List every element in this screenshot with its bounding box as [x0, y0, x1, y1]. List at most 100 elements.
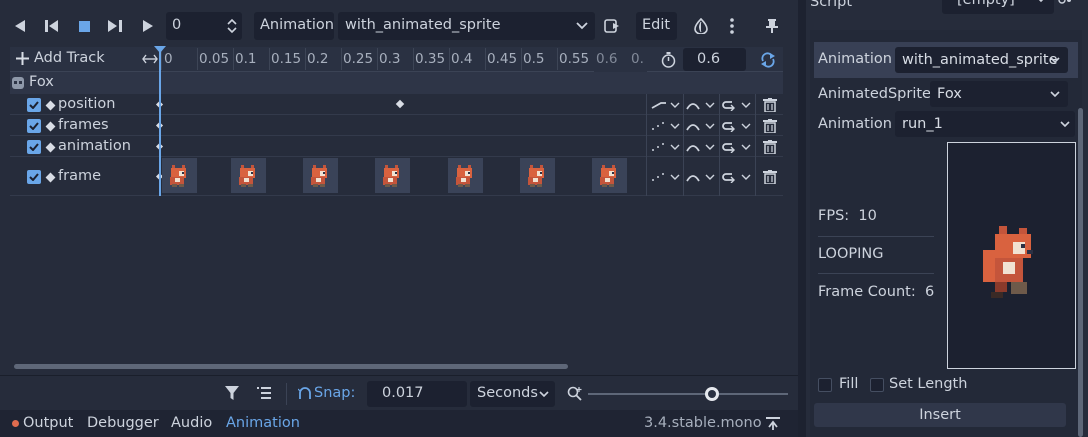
- fox-frame-image: [311, 165, 327, 187]
- tab-audio[interactable]: Audio: [171, 415, 212, 431]
- script-value-field[interactable]: [empty]: [942, 0, 1054, 14]
- chevron-down-icon: [1050, 91, 1060, 98]
- animation-menu-button[interactable]: Animation: [254, 12, 334, 40]
- track-list-icon[interactable]: [257, 387, 271, 399]
- track-name: frames: [58, 116, 109, 133]
- trash-icon[interactable]: [763, 97, 777, 115]
- zoom-slider-track[interactable]: [588, 393, 788, 395]
- play-from-start-icon[interactable]: [104, 15, 126, 37]
- update-mode-icon[interactable]: [651, 120, 681, 135]
- snap-value-input[interactable]: 0.017: [367, 381, 467, 407]
- trash-icon[interactable]: [763, 139, 777, 157]
- interpolation-mode-icon[interactable]: [686, 99, 716, 114]
- fox-node-icon: [12, 77, 24, 89]
- animated-sprite-select[interactable]: Fox: [930, 81, 1068, 107]
- collapse-panel-icon[interactable]: [766, 417, 780, 430]
- tick-line: [449, 48, 450, 70]
- play-backwards-from-end-icon[interactable]: [10, 15, 30, 37]
- spin-arrows-icon[interactable]: [227, 18, 237, 34]
- autoplay-icon[interactable]: [601, 14, 623, 38]
- loop-wrap-icon[interactable]: [722, 120, 752, 135]
- inspector-panel: Script [empty] Animation with_animated_s…: [806, 0, 1088, 437]
- insert-button[interactable]: Insert: [814, 403, 1066, 427]
- track-enabled-checkbox[interactable]: [27, 169, 41, 184]
- tab-output[interactable]: Output: [23, 415, 73, 431]
- play-icon[interactable]: [138, 15, 158, 37]
- tick-line: [557, 48, 558, 70]
- plus-icon: [16, 51, 29, 65]
- track-name: position: [58, 95, 116, 112]
- script-options-icon[interactable]: [1058, 0, 1072, 6]
- tick-line: [269, 48, 270, 70]
- pin-icon[interactable]: [762, 14, 782, 38]
- edit-menu-button[interactable]: Edit: [636, 12, 677, 40]
- set-length-checkbox[interactable]: [870, 378, 884, 392]
- expand-width-icon[interactable]: [142, 54, 158, 64]
- trash-icon[interactable]: [763, 169, 777, 187]
- loop-wrap-icon[interactable]: [722, 141, 752, 156]
- play-backwards-icon[interactable]: [41, 15, 63, 37]
- loop-wrap-icon[interactable]: [722, 99, 752, 114]
- add-track-button[interactable]: Add Track: [16, 50, 105, 66]
- track-controls-divider: [755, 157, 756, 196]
- split-divider[interactable]: [798, 0, 806, 437]
- tab-animation[interactable]: Animation: [226, 415, 300, 431]
- interpolation-mode-icon[interactable]: [686, 141, 716, 156]
- fps-value: 10: [858, 208, 877, 224]
- frame-keyframe-thumbnail[interactable]: [592, 158, 627, 193]
- interpolation-mode-icon[interactable]: [686, 120, 716, 135]
- fox-sprite-image: [983, 226, 1033, 298]
- tick-label: 0.25: [343, 51, 374, 67]
- track-enabled-checkbox[interactable]: [27, 118, 41, 133]
- edit-menu-label: Edit: [642, 17, 671, 33]
- frame-keyframe-thumbnail[interactable]: [231, 158, 266, 193]
- fox-frame-image: [528, 165, 544, 187]
- check-icon: [29, 172, 39, 181]
- playhead-handle-icon[interactable]: [154, 46, 166, 54]
- filter-icon[interactable]: [225, 386, 239, 400]
- update-mode-icon[interactable]: [651, 99, 681, 114]
- inspector-scrollbar[interactable]: [1078, 108, 1083, 437]
- frame-keyframe-thumbnail[interactable]: [162, 158, 197, 193]
- frame-keyframe-thumbnail[interactable]: [520, 158, 555, 193]
- fox-frame-image: [456, 165, 472, 187]
- track-enabled-checkbox[interactable]: [27, 139, 41, 154]
- track-controls-divider: [683, 136, 684, 157]
- sub-animation-select[interactable]: run_1: [895, 111, 1075, 137]
- sprite-preview: [947, 142, 1076, 369]
- chevron-down-icon: [576, 22, 588, 30]
- loop-icon[interactable]: [760, 52, 776, 68]
- frame-keyframe-thumbnail[interactable]: [448, 158, 483, 193]
- animation-length-spinbox[interactable]: 0.6: [683, 48, 746, 71]
- tick-line: [197, 48, 198, 70]
- trash-icon[interactable]: [763, 118, 777, 136]
- animation-select-value: with_animated_sprite: [345, 17, 501, 33]
- node-header: [10, 72, 783, 94]
- frame-spinbox[interactable]: 0: [166, 12, 242, 40]
- snap-icon[interactable]: [298, 387, 312, 399]
- animation-select[interactable]: with_animated_sprite: [338, 12, 595, 40]
- snap-toggle-label[interactable]: Snap:: [314, 385, 355, 401]
- loop-wrap-icon[interactable]: [722, 171, 752, 186]
- snap-unit-select[interactable]: Seconds: [470, 381, 555, 407]
- frame-count-value: 6: [924, 284, 935, 300]
- update-mode-icon[interactable]: [651, 141, 681, 156]
- tick-label: 0.: [631, 51, 644, 67]
- fill-checkbox[interactable]: [818, 378, 832, 392]
- update-mode-icon[interactable]: [651, 171, 681, 186]
- track-enabled-checkbox[interactable]: [27, 97, 41, 112]
- tick-label: 0.4: [451, 51, 473, 67]
- track-controls-divider: [719, 94, 720, 115]
- chevron-down-icon: [1038, 0, 1044, 3]
- frame-keyframe-thumbnail[interactable]: [303, 158, 338, 193]
- interpolation-mode-icon[interactable]: [686, 171, 716, 186]
- horizontal-scrollbar[interactable]: [14, 364, 568, 369]
- frame-keyframe-thumbnail[interactable]: [375, 158, 410, 193]
- onion-skin-icon[interactable]: [690, 14, 712, 38]
- more-options-icon[interactable]: [722, 14, 742, 38]
- playhead[interactable]: [159, 48, 161, 196]
- animation-property-select[interactable]: with_animated_sprite: [895, 47, 1068, 73]
- tab-debugger[interactable]: Debugger: [87, 415, 159, 431]
- stop-icon[interactable]: [73, 15, 95, 37]
- animation-length-value: 0.6: [697, 51, 721, 67]
